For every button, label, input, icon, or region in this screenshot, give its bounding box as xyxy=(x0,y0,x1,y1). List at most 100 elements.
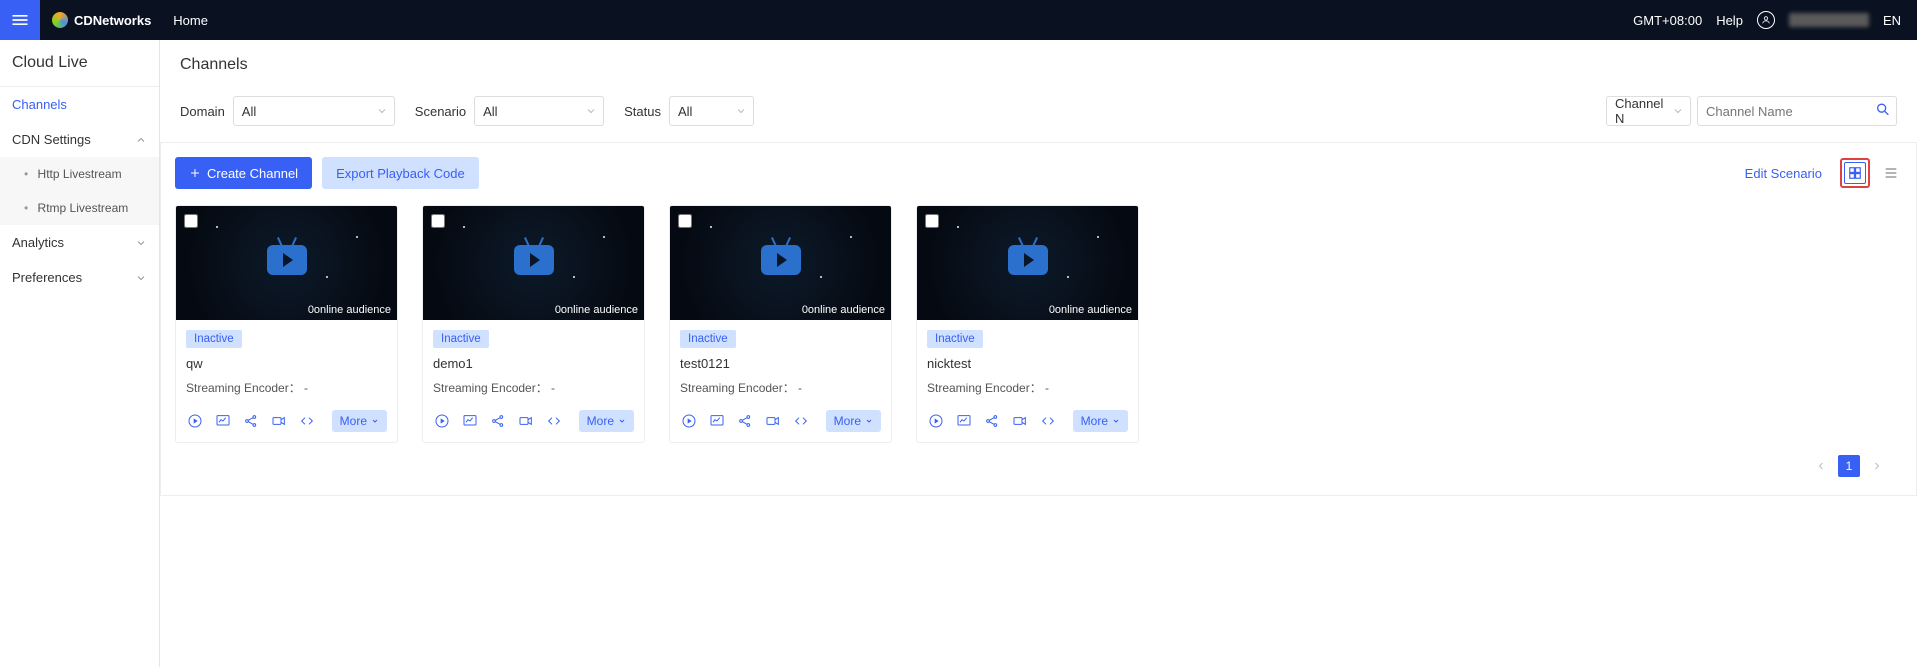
app-header: CDNetworks Home GMT+08:00 Help EN xyxy=(0,0,1917,40)
channel-checkbox[interactable] xyxy=(431,214,445,228)
create-channel-button[interactable]: Create Channel xyxy=(175,157,312,189)
hamburger-menu[interactable] xyxy=(0,0,40,40)
chevron-down-icon xyxy=(735,105,747,117)
sidebar-item-cdn-settings[interactable]: CDN Settings xyxy=(0,122,159,157)
stats-button[interactable] xyxy=(214,412,232,430)
edit-scenario-link[interactable]: Edit Scenario xyxy=(1745,166,1822,181)
code-icon xyxy=(299,413,315,429)
audience-count: 0online audience xyxy=(555,304,638,316)
channel-checkbox[interactable] xyxy=(678,214,692,228)
channel-card: 0online audience Inactive nicktest Strea… xyxy=(916,205,1139,443)
audience-count: 0online audience xyxy=(308,304,391,316)
embed-button[interactable] xyxy=(298,412,316,430)
share-icon xyxy=(984,413,1000,429)
page-title: Channels xyxy=(160,40,1917,90)
filter-domain: Domain All xyxy=(180,96,395,126)
play-circle-icon xyxy=(434,413,450,429)
channel-thumbnail[interactable]: 0online audience xyxy=(670,206,891,320)
sidebar-item-label: Preferences xyxy=(12,270,82,285)
product-title: Cloud Live xyxy=(0,40,159,87)
sidebar-item-label: CDN Settings xyxy=(12,132,91,147)
more-button[interactable]: More xyxy=(1073,410,1128,432)
more-button[interactable]: More xyxy=(579,410,634,432)
chevron-down-icon xyxy=(618,417,626,425)
chevron-down-icon xyxy=(1672,105,1684,117)
status-badge: Inactive xyxy=(927,330,983,348)
encoder-info: Streaming Encoder： - xyxy=(433,379,634,396)
lang-selector[interactable]: EN xyxy=(1883,13,1901,28)
grid-icon xyxy=(1848,166,1862,180)
grid-view-button[interactable] xyxy=(1844,162,1866,184)
export-playback-button[interactable]: Export Playback Code xyxy=(322,157,479,189)
embed-button[interactable] xyxy=(1039,412,1057,430)
sidebar-item-preferences[interactable]: Preferences xyxy=(0,260,159,295)
play-button[interactable] xyxy=(186,412,204,430)
share-icon xyxy=(490,413,506,429)
play-button[interactable] xyxy=(927,412,945,430)
timezone-label: GMT+08:00 xyxy=(1633,13,1702,28)
record-button[interactable] xyxy=(764,412,782,430)
sidebar-item-channels[interactable]: Channels xyxy=(0,87,159,122)
share-icon xyxy=(737,413,753,429)
channel-thumbnail[interactable]: 0online audience xyxy=(423,206,644,320)
page-number-current[interactable]: 1 xyxy=(1838,455,1860,477)
stats-button[interactable] xyxy=(461,412,479,430)
stats-button[interactable] xyxy=(708,412,726,430)
page-next-button[interactable] xyxy=(1866,455,1888,477)
camera-icon xyxy=(271,413,287,429)
brand-logo[interactable]: CDNetworks xyxy=(40,12,163,28)
stats-button[interactable] xyxy=(955,412,973,430)
sidebar-item-rtmp-livestream[interactable]: Rtmp Livestream xyxy=(0,191,159,225)
play-preview-icon xyxy=(514,245,554,275)
page-prev-button[interactable] xyxy=(1810,455,1832,477)
list-view-button[interactable] xyxy=(1880,162,1902,184)
chevron-left-icon xyxy=(1815,460,1827,472)
code-icon xyxy=(546,413,562,429)
help-link[interactable]: Help xyxy=(1716,13,1743,28)
channel-checkbox[interactable] xyxy=(925,214,939,228)
sidebar-item-label: Channels xyxy=(12,97,67,112)
channel-thumbnail[interactable]: 0online audience xyxy=(176,206,397,320)
card-actions: More xyxy=(423,402,644,442)
sidebar-item-analytics[interactable]: Analytics xyxy=(0,225,159,260)
channel-name: qw xyxy=(186,356,387,371)
search-input[interactable] xyxy=(1697,96,1897,126)
user-icon[interactable] xyxy=(1757,11,1775,29)
share-button[interactable] xyxy=(242,412,260,430)
more-button[interactable]: More xyxy=(332,410,387,432)
status-select[interactable]: All xyxy=(669,96,754,126)
embed-button[interactable] xyxy=(792,412,810,430)
search-field-value: Channel N xyxy=(1615,96,1666,126)
more-button[interactable]: More xyxy=(826,410,881,432)
toolbar: Create Channel Export Playback Code Edit… xyxy=(175,157,1902,189)
share-button[interactable] xyxy=(736,412,754,430)
record-button[interactable] xyxy=(270,412,288,430)
play-button[interactable] xyxy=(433,412,451,430)
encoder-info: Streaming Encoder： - xyxy=(927,379,1128,396)
embed-button[interactable] xyxy=(545,412,563,430)
channel-name: test0121 xyxy=(680,356,881,371)
nav-home[interactable]: Home xyxy=(163,13,218,28)
channel-checkbox[interactable] xyxy=(184,214,198,228)
filter-bar: Domain All Scenario All Status All xyxy=(160,90,1917,143)
search-icon xyxy=(1875,102,1891,118)
record-button[interactable] xyxy=(1011,412,1029,430)
search-button[interactable] xyxy=(1875,102,1891,121)
search-field-select[interactable]: Channel N xyxy=(1606,96,1691,126)
record-button[interactable] xyxy=(517,412,535,430)
domain-select[interactable]: All xyxy=(233,96,395,126)
filter-status-label: Status xyxy=(624,104,661,119)
share-button[interactable] xyxy=(983,412,1001,430)
camera-icon xyxy=(765,413,781,429)
play-circle-icon xyxy=(928,413,944,429)
play-button[interactable] xyxy=(680,412,698,430)
share-button[interactable] xyxy=(489,412,507,430)
logo-icon xyxy=(52,12,68,28)
sidebar-item-http-livestream[interactable]: Http Livestream xyxy=(0,157,159,191)
scenario-select[interactable]: All xyxy=(474,96,604,126)
sidebar-item-label: Http Livestream xyxy=(38,167,122,181)
audience-count: 0online audience xyxy=(1049,304,1132,316)
chevron-down-icon xyxy=(865,417,873,425)
sidebar: Cloud Live Channels CDN Settings Http Li… xyxy=(0,40,160,667)
channel-thumbnail[interactable]: 0online audience xyxy=(917,206,1138,320)
